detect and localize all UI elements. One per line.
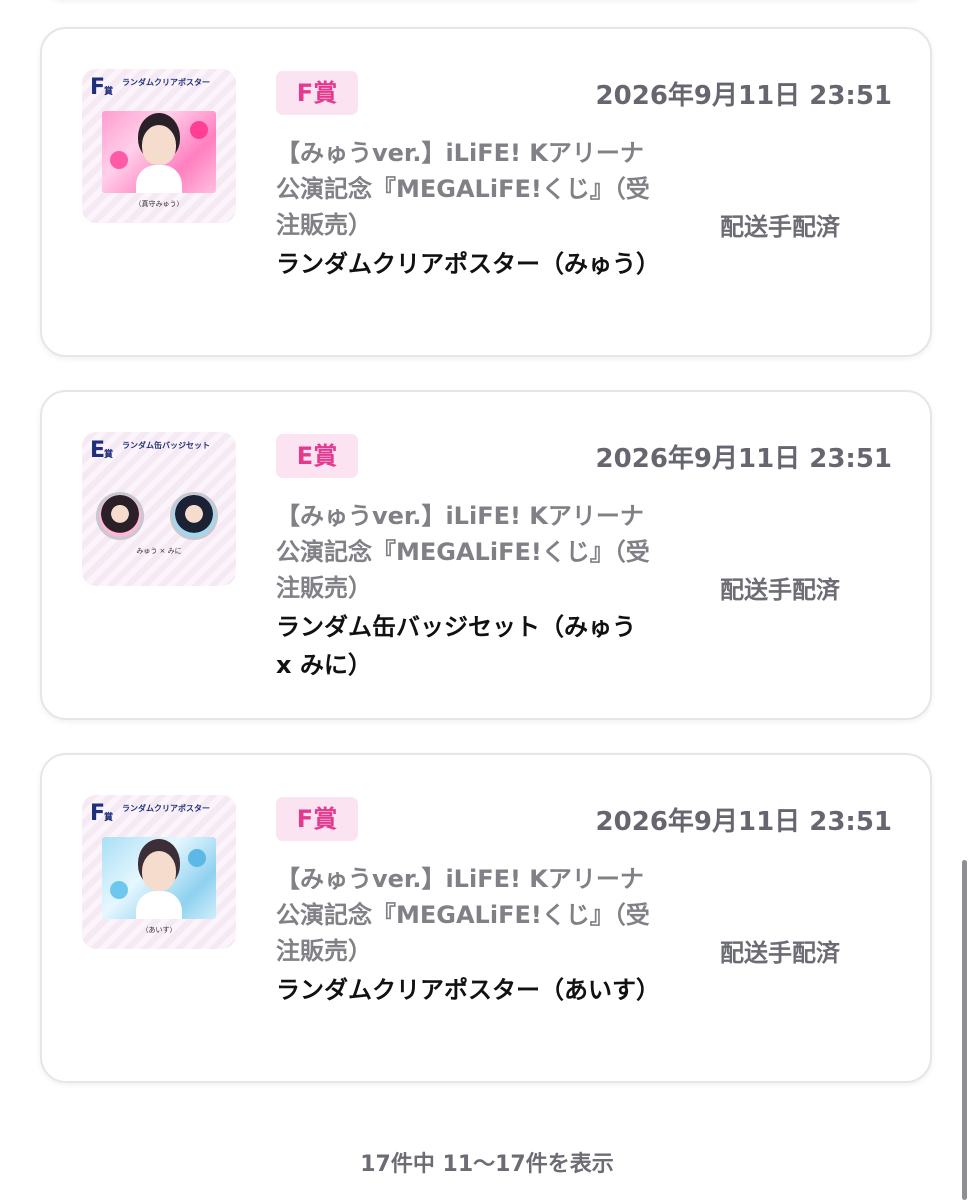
bow-decoration-icon: [188, 849, 206, 867]
heart-decoration-icon: [110, 151, 128, 169]
can-badge-image: [170, 492, 218, 540]
thumbnail-caption: （真守みゅう）: [134, 200, 184, 208]
product-thumbnail: F賞 ランダムクリアポスター （あいす）: [82, 795, 236, 949]
bubble-decoration-icon: [110, 881, 128, 899]
shipping-status: 配送手配済: [720, 213, 840, 241]
thumbnail-title: ランダムクリアポスター: [122, 804, 210, 813]
item-name: ランダム缶バッジセット（みゅう x みに）: [276, 613, 636, 679]
prize-tag: F賞: [276, 797, 358, 841]
item-name: ランダムクリアポスター（みゅう）: [276, 250, 660, 278]
product-thumbnail: F賞 ランダムクリアポスター （真守みゅう）: [82, 69, 236, 223]
campaign-name: 【みゅうver.】iLiFE! Kアリーナ公演記念『MEGALiFE!くじ』（受…: [276, 502, 650, 602]
order-date: 2026年9月11日 23:51: [595, 807, 892, 837]
campaign-name: 【みゅうver.】iLiFE! Kアリーナ公演記念『MEGALiFE!くじ』（受…: [276, 865, 650, 965]
portrait-body: [136, 165, 182, 193]
prize-tag: F賞: [276, 71, 358, 115]
order-date: 2026年9月11日 23:51: [595, 81, 892, 111]
prize-letter-mark: F賞: [90, 801, 114, 826]
prize-tag: E賞: [276, 434, 358, 478]
portrait-figure: [142, 851, 176, 891]
pagination-summary: 17件中 11〜17件を表示: [360, 1152, 614, 1177]
order-card[interactable]: E賞 ランダム缶バッジセット みゅう × みに E賞 2026年9月11日 23…: [40, 390, 932, 720]
order-card[interactable]: F賞 ランダムクリアポスター （真守みゅう） F賞 2026年9月11日 23:…: [40, 27, 932, 357]
thumbnail-caption: みゅう × みに: [136, 547, 182, 555]
order-card[interactable]: F賞 ランダムクリアポスター （あいす） F賞 2026年9月11日 23:51…: [40, 753, 932, 1083]
prize-letter-mark: E賞: [90, 438, 114, 463]
bow-decoration-icon: [190, 121, 208, 139]
prize-letter-mark: F賞: [90, 75, 114, 100]
poster-image: [102, 837, 216, 919]
campaign-name: 【みゅうver.】iLiFE! Kアリーナ公演記念『MEGALiFE!くじ』（受…: [276, 139, 650, 239]
product-thumbnail: E賞 ランダム缶バッジセット みゅう × みに: [82, 432, 236, 586]
shipping-status: 配送手配済: [720, 939, 840, 967]
thumbnail-caption: （あいす）: [141, 926, 177, 934]
item-name: ランダムクリアポスター（あいす）: [276, 976, 660, 1004]
order-date: 2026年9月11日 23:51: [595, 444, 892, 474]
portrait-body: [136, 891, 182, 919]
shipping-status: 配送手配済: [720, 576, 840, 604]
portrait-figure: [142, 125, 176, 165]
can-badge-image: [96, 492, 144, 540]
scrollbar[interactable]: [962, 860, 967, 1200]
thumbnail-title: ランダム缶バッジセット: [122, 441, 210, 450]
thumbnail-title: ランダムクリアポスター: [122, 78, 210, 87]
poster-image: [102, 111, 216, 193]
